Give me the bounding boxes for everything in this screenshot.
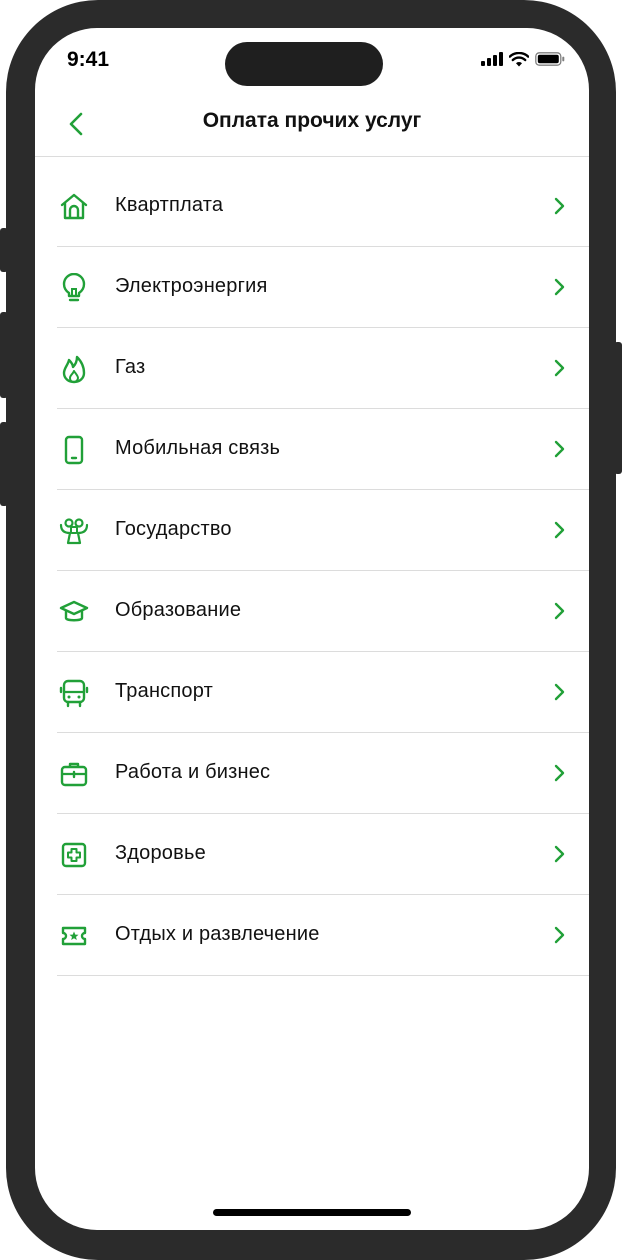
service-item-electricity[interactable]: Электроэнергия <box>57 247 589 328</box>
service-label: Газ <box>115 356 146 378</box>
bus-icon <box>59 679 89 708</box>
graduation-cap-icon <box>59 600 89 622</box>
service-label: Отдых и развлечение <box>115 923 320 945</box>
service-label: Транспорт <box>115 680 213 702</box>
chevron-right-icon <box>554 359 565 377</box>
medical-cross-icon <box>61 842 87 868</box>
dynamic-island <box>225 42 383 86</box>
screen: 9:41 Оплата прочих услуг Квартплата Элек… <box>35 28 589 1230</box>
service-item-leisure[interactable]: Отдых и развлечение <box>57 895 589 976</box>
service-label: Образование <box>115 599 242 621</box>
service-label: Государство <box>115 518 232 540</box>
house-icon <box>60 193 88 220</box>
eagle-emblem-icon <box>59 518 89 545</box>
chevron-right-icon <box>554 602 565 620</box>
chevron-right-icon <box>554 926 565 944</box>
cellular-signal-icon <box>481 52 503 66</box>
briefcase-icon <box>60 762 88 787</box>
service-item-mobile[interactable]: Мобильная связь <box>57 409 589 490</box>
service-item-transport[interactable]: Транспорт <box>57 652 589 733</box>
power-button <box>614 342 622 474</box>
status-icons <box>481 50 565 68</box>
service-item-gas[interactable]: Газ <box>57 328 589 409</box>
ticket-icon <box>61 926 87 946</box>
volume-down-button <box>0 422 8 506</box>
service-label: Мобильная связь <box>115 437 281 459</box>
status-bar: 9:41 <box>35 28 589 94</box>
chevron-right-icon <box>554 521 565 539</box>
service-item-government[interactable]: Государство <box>57 490 589 571</box>
page-title: Оплата прочих услуг <box>202 109 422 132</box>
volume-up-button <box>0 312 8 398</box>
service-label: Квартплата <box>115 194 224 216</box>
services-list: Квартплата Электроэнергия Газ Мобильная … <box>57 166 589 976</box>
chevron-right-icon <box>554 440 565 458</box>
chevron-right-icon <box>554 845 565 863</box>
chevron-right-icon <box>554 683 565 701</box>
flame-icon <box>62 355 86 384</box>
service-item-health[interactable]: Здоровье <box>57 814 589 895</box>
mute-switch <box>0 228 8 272</box>
status-time: 9:41 <box>67 48 110 71</box>
service-item-business[interactable]: Работа и бизнес <box>57 733 589 814</box>
wifi-icon <box>509 51 529 66</box>
chevron-right-icon <box>554 278 565 296</box>
home-indicator[interactable] <box>213 1209 411 1216</box>
lightbulb-icon <box>62 273 86 302</box>
service-label: Электроэнергия <box>115 275 268 297</box>
navigation-bar: Оплата прочих услуг <box>35 94 589 157</box>
service-label: Здоровье <box>115 842 206 864</box>
service-label: Работа и бизнес <box>115 761 271 783</box>
chevron-right-icon <box>554 764 565 782</box>
service-item-kvartplata[interactable]: Квартплата <box>57 166 589 247</box>
service-item-education[interactable]: Образование <box>57 571 589 652</box>
chevron-right-icon <box>554 197 565 215</box>
battery-icon <box>535 52 565 66</box>
smartphone-icon <box>64 435 84 465</box>
